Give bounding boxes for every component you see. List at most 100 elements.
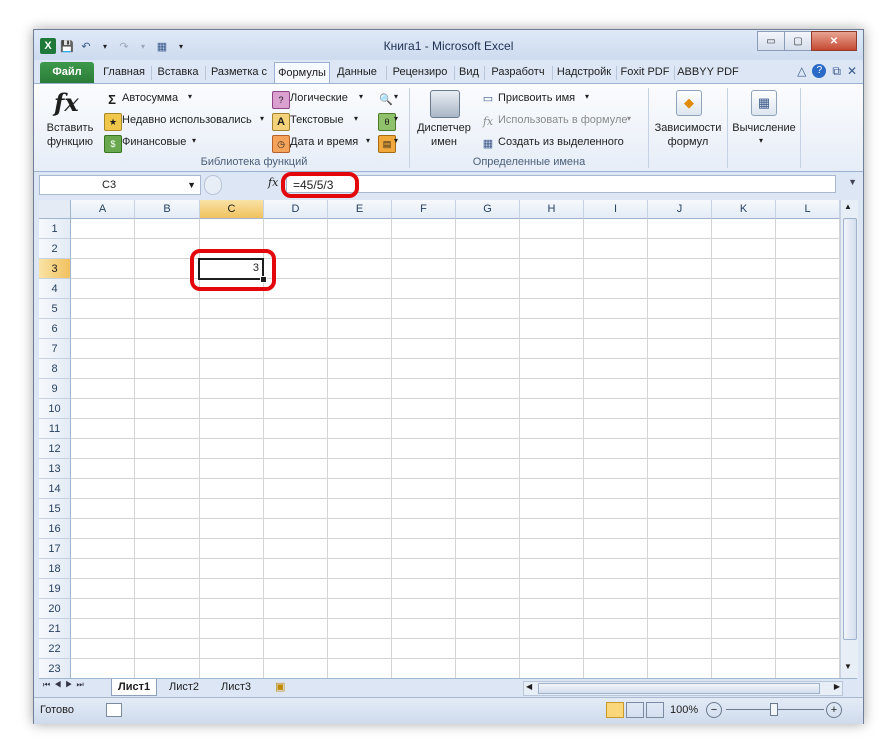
row-header-12[interactable]: 12 <box>39 439 71 459</box>
column-header-d[interactable]: D <box>264 200 328 219</box>
row-header-14[interactable]: 14 <box>39 479 71 499</box>
row-header-2[interactable]: 2 <box>39 239 71 259</box>
name-box[interactable]: C3 ▼ <box>39 175 201 195</box>
row-header-11[interactable]: 11 <box>39 419 71 439</box>
recent-functions-button[interactable]: Недавно использовались <box>122 114 252 126</box>
row-header-4[interactable]: 4 <box>39 279 71 299</box>
column-header-a[interactable]: A <box>71 200 135 219</box>
help-icon[interactable]: ? <box>812 64 827 78</box>
macro-record-icon[interactable] <box>106 703 122 717</box>
zoom-out-icon[interactable]: − <box>706 702 722 718</box>
row-header-18[interactable]: 18 <box>39 559 71 579</box>
name-box-dropdown-icon[interactable]: ▼ <box>187 176 196 194</box>
horizontal-scrollbar[interactable]: ◀ ▶ <box>523 681 843 696</box>
formula-input[interactable]: =45/5/3 <box>286 175 836 193</box>
autosum-button[interactable]: Автосумма <box>122 92 178 104</box>
row-header-22[interactable]: 22 <box>39 639 71 659</box>
column-header-h[interactable]: H <box>520 200 584 219</box>
scroll-up-icon[interactable]: ▲ <box>844 202 852 211</box>
column-header-j[interactable]: J <box>648 200 712 219</box>
datetime-dropdown-icon[interactable]: ▾ <box>366 136 370 145</box>
tab-view[interactable]: Вид <box>455 62 483 83</box>
row-header-13[interactable]: 13 <box>39 459 71 479</box>
column-header-l[interactable]: L <box>776 200 840 219</box>
column-header-i[interactable]: I <box>584 200 648 219</box>
horizontal-scroll-thumb[interactable] <box>538 683 820 694</box>
logical-dropdown-icon[interactable]: ▾ <box>359 92 363 101</box>
name-manager-button[interactable]: Диспетчер имен <box>414 88 474 152</box>
more-dropdown-icon[interactable]: ▾ <box>394 136 398 145</box>
normal-view-icon[interactable] <box>606 702 624 718</box>
create-from-selection-button[interactable]: Создать из выделенного <box>498 136 624 148</box>
tab-file[interactable]: Файл <box>40 62 94 83</box>
row-header-5[interactable]: 5 <box>39 299 71 319</box>
select-all-corner[interactable] <box>39 200 71 219</box>
define-name-dropdown-icon[interactable]: ▾ <box>585 92 589 101</box>
column-header-f[interactable]: F <box>392 200 456 219</box>
column-header-k[interactable]: K <box>712 200 776 219</box>
calculation-dropdown-icon[interactable]: ▾ <box>759 136 763 145</box>
row-header-8[interactable]: 8 <box>39 359 71 379</box>
selected-cell-c3[interactable]: 3 <box>198 258 264 280</box>
calculation-button[interactable]: ▦ Вычисление ▾ <box>729 88 799 154</box>
zoom-slider-thumb[interactable] <box>770 703 778 716</box>
math-dropdown-icon[interactable]: ▾ <box>394 114 398 123</box>
maximize-button[interactable]: ▢ <box>784 31 812 51</box>
row-header-3[interactable]: 3 <box>39 259 71 279</box>
tab-foxit-pdf[interactable]: Foxit PDF <box>617 62 673 83</box>
close-button[interactable]: ✕ <box>811 31 857 51</box>
row-header-20[interactable]: 20 <box>39 599 71 619</box>
tab-data[interactable]: Данные <box>331 62 383 83</box>
datetime-button[interactable]: Дата и время <box>290 136 358 148</box>
worksheet-grid[interactable]: ABCDEFGHIJKL 1 2 3 4 5 6 7 8 9 10 11 12 13 14 15 16 17 18… <box>39 200 840 678</box>
sheet-tab-1[interactable]: Лист1 <box>111 679 158 696</box>
tab-addins[interactable]: Надстройк <box>553 62 615 83</box>
row-header-21[interactable]: 21 <box>39 619 71 639</box>
formula-dependencies-button[interactable]: ◆ Зависимости формул <box>650 88 726 154</box>
define-name-button[interactable]: Присвоить имя <box>498 92 575 104</box>
page-break-view-icon[interactable] <box>646 702 664 718</box>
scroll-thumb[interactable] <box>843 218 857 640</box>
expand-formula-bar-icon[interactable]: ▼ <box>848 177 857 187</box>
tab-page-layout[interactable]: Разметка с <box>206 62 272 83</box>
sheet-nav-buttons[interactable]: ⏮◀▶⏭ <box>43 680 88 690</box>
row-header-15[interactable]: 15 <box>39 499 71 519</box>
insert-sheet-icon[interactable]: ▣ <box>275 680 285 693</box>
autosum-dropdown-icon[interactable]: ▾ <box>188 92 192 101</box>
zoom-in-icon[interactable]: + <box>826 702 842 718</box>
sheet-tab-3[interactable]: Лист3 <box>215 679 257 695</box>
row-header-7[interactable]: 7 <box>39 339 71 359</box>
expand-handle-icon[interactable] <box>204 175 222 195</box>
tab-home[interactable]: Главная <box>98 62 150 83</box>
use-in-formula-button[interactable]: Использовать в формуле <box>498 114 628 126</box>
tab-insert[interactable]: Вставка <box>152 62 204 83</box>
tab-developer[interactable]: Разработч <box>485 62 551 83</box>
minimize-ribbon-icon[interactable]: △ <box>797 64 806 79</box>
column-header-g[interactable]: G <box>456 200 520 219</box>
restore-window-icon[interactable]: ⧉ <box>832 64 841 79</box>
row-header-23[interactable]: 23 <box>39 659 71 678</box>
row-header-19[interactable]: 19 <box>39 579 71 599</box>
lookup-dropdown-icon[interactable]: ▾ <box>394 92 398 101</box>
column-header-c[interactable]: C <box>200 200 264 219</box>
scroll-left-icon[interactable]: ◀ <box>526 682 532 691</box>
tab-review[interactable]: Рецензиро <box>387 62 453 83</box>
financial-dropdown-icon[interactable]: ▾ <box>192 136 196 145</box>
row-header-16[interactable]: 16 <box>39 519 71 539</box>
row-header-10[interactable]: 10 <box>39 399 71 419</box>
row-header-1[interactable]: 1 <box>39 219 71 239</box>
financial-button[interactable]: Финансовые <box>122 136 186 148</box>
text-dropdown-icon[interactable]: ▾ <box>354 114 358 123</box>
use-in-formula-dropdown-icon[interactable]: ▾ <box>627 114 631 123</box>
minimize-button[interactable]: ▭ <box>757 31 785 51</box>
insert-function-button[interactable]: fx Вставить функцию <box>40 88 100 152</box>
row-header-6[interactable]: 6 <box>39 319 71 339</box>
vertical-scrollbar[interactable]: ▲ ▼ <box>840 200 858 678</box>
scroll-down-icon[interactable]: ▼ <box>844 662 852 671</box>
close-workbook-icon[interactable]: ✕ <box>847 64 857 79</box>
text-functions-button[interactable]: Текстовые <box>290 114 344 126</box>
row-header-17[interactable]: 17 <box>39 539 71 559</box>
column-header-b[interactable]: B <box>135 200 200 219</box>
lookup-reference-icon[interactable]: 🔍 <box>378 91 394 107</box>
sheet-tab-2[interactable]: Лист2 <box>163 679 205 695</box>
